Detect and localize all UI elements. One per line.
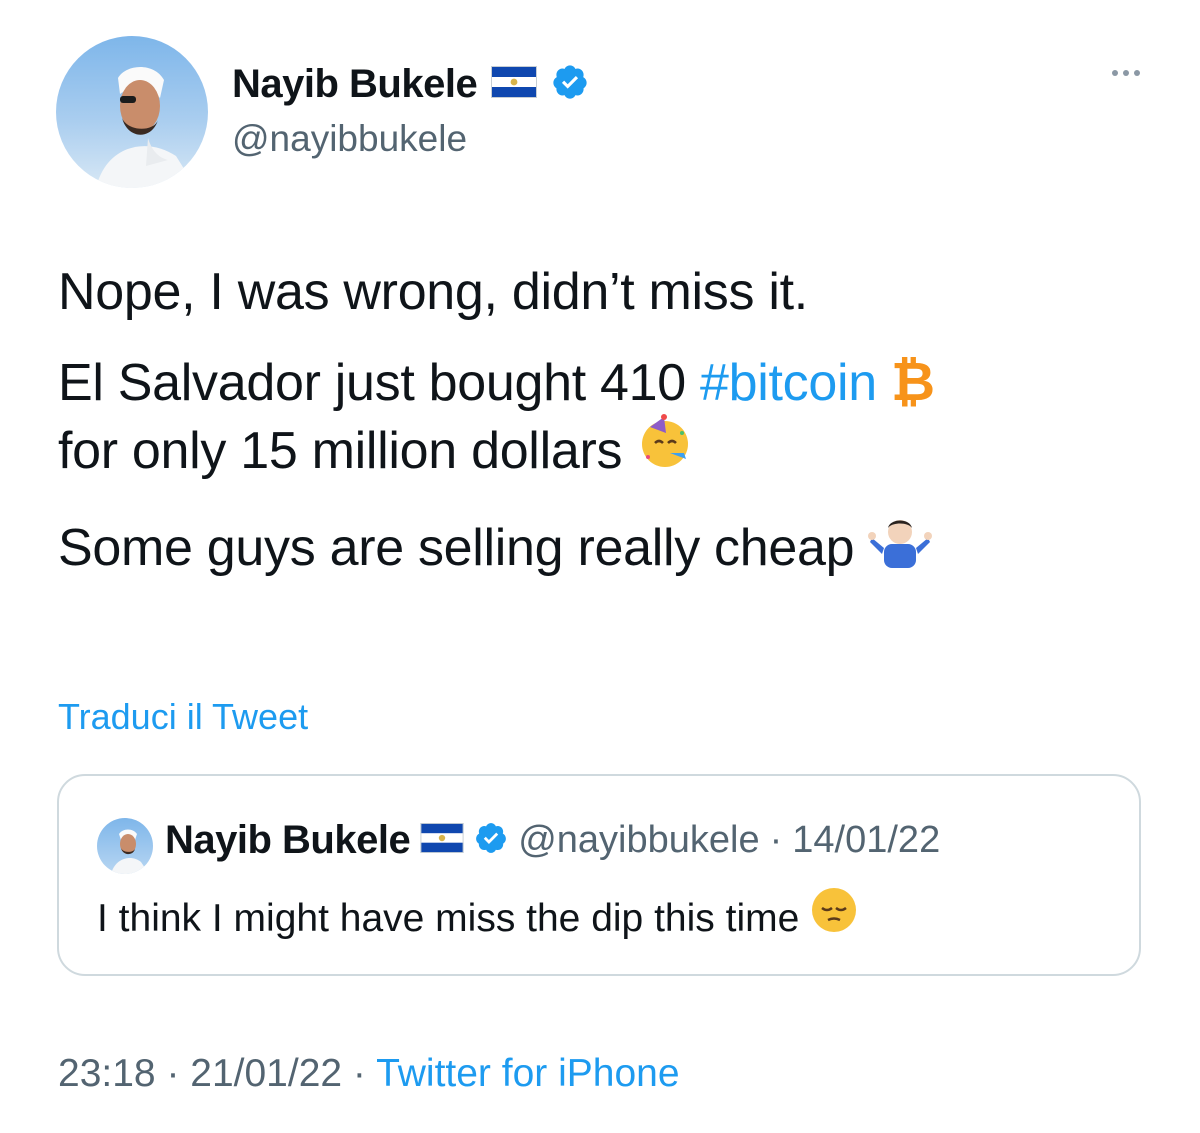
tweet-line-3: Some guys are selling really cheap <box>58 514 1158 589</box>
translate-tweet-link[interactable]: Traduci il Tweet <box>58 696 308 738</box>
dot-separator: · <box>155 1052 191 1095</box>
verified-badge-icon <box>474 821 508 860</box>
author-name-row[interactable]: Nayib Bukele <box>232 62 589 107</box>
quoted-tweet-text: I think I might have miss the dip this t… <box>97 888 858 951</box>
quoted-author-name[interactable]: Nayib Bukele <box>165 818 411 863</box>
quoted-tweet-date[interactable]: 14/01/22 <box>792 819 940 862</box>
verified-badge-icon <box>551 63 589 106</box>
tweet-line-2: El Salvador just bought 410 #bitcoin ₿ fo… <box>58 348 1158 492</box>
tweet-time[interactable]: 23:18 <box>58 1052 156 1095</box>
author-name[interactable]: Nayib Bukele <box>232 62 478 107</box>
dot-separator: · <box>769 819 783 861</box>
quoted-author-handle[interactable]: @nayibbukele <box>518 819 759 862</box>
tweet-metadata: 23:18 · 21/01/22 · Twitter for iPhone <box>58 1052 680 1096</box>
ellipsis-icon[interactable] <box>1112 70 1140 76</box>
tweet-line-2-prefix: El Salvador just bought 410 <box>58 354 701 412</box>
author-handle[interactable]: @nayibbukele <box>232 118 467 160</box>
quoted-author-avatar[interactable] <box>97 818 153 874</box>
quoted-tweet-text-content: I think I might have miss the dip this t… <box>97 896 800 940</box>
bitcoin-hashtag-link[interactable]: #bitcoin <box>700 354 877 412</box>
bitcoin-symbol-icon: ₿ <box>877 352 935 412</box>
tweet-source-link[interactable]: Twitter for iPhone <box>376 1052 679 1095</box>
tweet-date[interactable]: 21/01/22 <box>190 1052 342 1095</box>
man-shrugging-icon <box>868 510 933 585</box>
tweet-line-1: Nope, I was wrong, didn’t miss it. <box>58 263 808 321</box>
tweet-line-3-text: Some guys are selling really cheap <box>58 519 855 578</box>
tweet-line-2-suffix: for only 15 million dollars <box>58 422 623 481</box>
author-avatar[interactable] <box>56 36 208 188</box>
dot-separator: · <box>342 1052 377 1095</box>
el-salvador-flag-icon <box>491 66 538 103</box>
tweet-text: Nope, I was wrong, didn’t miss it. El Sa… <box>58 258 1158 611</box>
partying-face-icon <box>636 413 694 488</box>
bitcoin-emoji: ₿ <box>891 352 935 412</box>
quoted-tweet-header: Nayib Bukele @nayibbukele · 14/01/22 <box>165 818 940 863</box>
el-salvador-flag-icon <box>420 823 464 858</box>
quoted-tweet-card[interactable]: Nayib Bukele @nayibbukele · 14/01/22 I t… <box>57 774 1141 976</box>
pensive-face-icon <box>810 886 858 947</box>
